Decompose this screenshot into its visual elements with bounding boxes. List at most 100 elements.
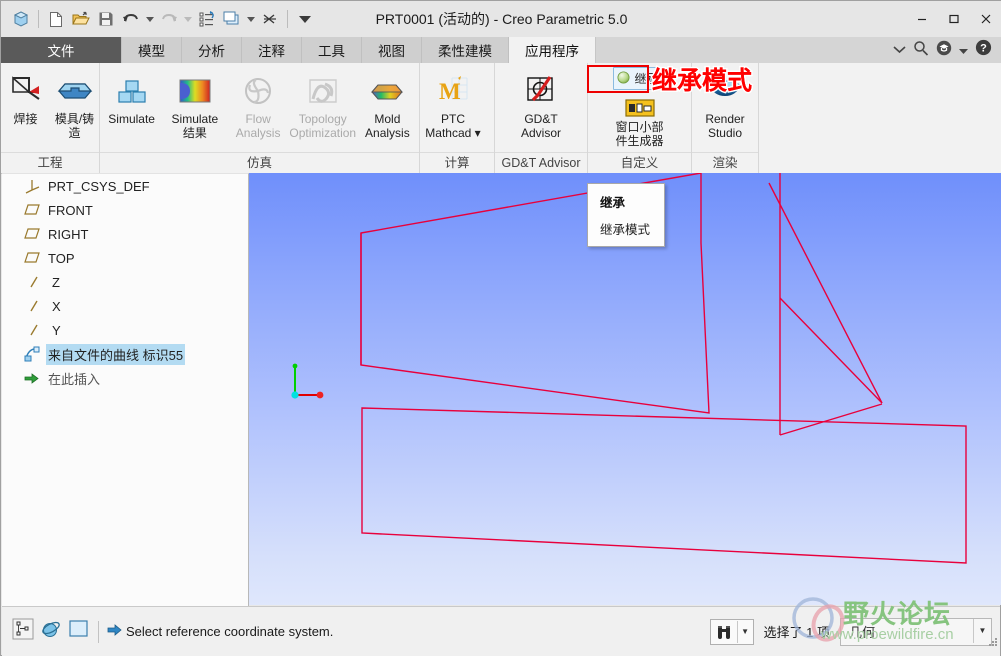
ribbon-button-mold-analysis-label: Mold Analysis [365, 112, 410, 140]
ribbon-button-widget-builder[interactable]: 窗口小部 件生成器 [603, 90, 677, 148]
svg-text:M: M [439, 79, 461, 104]
tab-file[interactable]: 文件 [1, 37, 122, 63]
status-bar: Select reference coordinate system. ▼ 选择… [2, 597, 1000, 656]
ribbon-button-simulate[interactable]: Simulate [100, 68, 163, 126]
redo-dropdown-icon[interactable] [182, 7, 194, 31]
datum-plane-icon [24, 251, 46, 265]
datum-axis-icon [24, 275, 50, 289]
ribbon-button-mold-cast-label: 模具/铸 造 [54, 112, 95, 140]
ribbon-group-filler [759, 63, 1001, 173]
ribbon-button-simulate-results[interactable]: Simulate 结果 [163, 68, 226, 140]
ribbon-group-gdt-advisor-label: GD&T Advisor [495, 152, 587, 173]
tree-item-top[interactable]: TOP [2, 246, 248, 270]
simulate-icon [115, 70, 149, 112]
learning-connector-icon[interactable] [936, 40, 952, 61]
binoculars-icon[interactable] [711, 624, 737, 640]
tab-applications[interactable]: 应用程序 [509, 37, 596, 63]
ribbon-button-simulate-results-label: Simulate 结果 [171, 112, 219, 140]
search-icon[interactable] [913, 40, 929, 61]
inherit-icon [617, 71, 630, 87]
tree-item-curve-from-file[interactable]: 来自文件的曲线 标识55 [2, 342, 248, 366]
ribbon-group-engineering: 焊接 模具/铸 造 工程 [1, 63, 100, 173]
ribbon-button-weld[interactable]: 焊接 [1, 68, 50, 126]
app-cube-icon[interactable] [9, 7, 33, 31]
qat-divider-2 [287, 10, 288, 28]
find-dropdown-icon[interactable]: ▼ [736, 620, 753, 643]
globe-icon[interactable] [40, 618, 62, 645]
window-switch-icon[interactable] [220, 7, 244, 31]
regenerate-icon[interactable] [195, 7, 219, 31]
tree-item-axis-z[interactable]: Z [2, 270, 248, 294]
undo-icon[interactable] [119, 7, 143, 31]
tree-item-front[interactable]: FRONT [2, 198, 248, 222]
display-style-icon[interactable] [68, 618, 90, 645]
tab-analysis[interactable]: 分析 [182, 37, 242, 63]
ribbon-group-filler-label [759, 153, 1001, 173]
arrow-right-icon [107, 623, 122, 640]
tab-tools[interactable]: 工具 [302, 37, 362, 63]
undo-dropdown-icon[interactable] [144, 7, 156, 31]
window-switch-dropdown-icon[interactable] [245, 7, 257, 31]
ribbon-tab-strip-right: ? [893, 37, 998, 63]
resize-grip-icon[interactable] [986, 636, 998, 654]
tree-item-right[interactable]: RIGHT [2, 222, 248, 246]
creo-parametric-window: PRT0001 (活动的) - Creo Parametric 5.0 文件 模… [0, 0, 1001, 656]
tab-flexible-modeling[interactable]: 柔性建模 [422, 37, 509, 63]
ribbon-button-mold-cast[interactable]: 模具/铸 造 [50, 68, 99, 140]
weld-icon [9, 70, 43, 112]
ribbon-button-gdt-advisor-label: GD&T Advisor [520, 112, 561, 140]
minimize-button[interactable] [906, 2, 938, 36]
tooltip-title: 继承 [600, 196, 626, 210]
ribbon-button-mold-analysis[interactable]: Mold Analysis [356, 68, 419, 140]
datum-axis-icon [24, 323, 50, 337]
tree-item-axis-y[interactable]: Y [2, 318, 248, 342]
learning-dropdown-icon[interactable] [959, 41, 968, 59]
redo-icon[interactable] [157, 7, 181, 31]
tab-view[interactable]: 视图 [362, 37, 422, 63]
save-icon[interactable] [94, 7, 118, 31]
mold-cast-icon [55, 70, 95, 112]
open-folder-icon[interactable] [69, 7, 93, 31]
graphics-viewport[interactable]: 继承 继承模式 [249, 173, 1001, 605]
datum-plane-icon [24, 227, 46, 241]
ribbon-group-engineering-items: 焊接 模具/铸 造 [1, 63, 99, 152]
window-controls [906, 1, 1001, 37]
svg-text:?: ? [980, 43, 987, 55]
datum-axis-icon [24, 299, 50, 313]
close-window-icon[interactable] [258, 7, 282, 31]
ribbon-group-calculation-label: 计算 [420, 152, 494, 173]
tab-model[interactable]: 模型 [122, 37, 182, 63]
tree-item-prt-csys-def[interactable]: PRT_CSYS_DEF [2, 174, 248, 198]
ribbon-button-weld-label: 焊接 [13, 112, 38, 126]
tab-annotation[interactable]: 注释 [242, 37, 302, 63]
chevron-down-icon[interactable] [893, 41, 906, 59]
new-file-icon[interactable] [44, 7, 68, 31]
tree-item-label: PRT_CSYS_DEF [48, 178, 150, 194]
tree-item-label: 来自文件的曲线 标识55 [46, 343, 186, 365]
ribbon-tabs: 文件 模型 分析 注释 工具 视图 柔性建模 应用程序 [1, 37, 1001, 63]
tree-item-label: Z [52, 274, 60, 290]
gdt-advisor-icon [524, 70, 558, 112]
ptc-mathcad-icon: M [436, 70, 470, 112]
ribbon-button-ptc-mathcad[interactable]: M PTC Mathcad ▾ [420, 68, 486, 140]
find-tool[interactable]: ▼ [709, 618, 754, 645]
tree-item-axis-x[interactable]: X [2, 294, 248, 318]
curve-from-file-icon [24, 346, 46, 362]
maximize-button[interactable] [938, 2, 970, 36]
model-tree[interactable]: PRT_CSYS_DEF FRONT RIGHT TOP Z X Y 来自文件的… [2, 173, 249, 606]
ribbon-button-flow-analysis: Flow Analysis [227, 68, 290, 140]
tree-item-label: RIGHT [48, 226, 89, 242]
selection-filter-icon[interactable] [12, 618, 34, 645]
ribbon-button-flow-analysis-label: Flow Analysis [235, 112, 281, 140]
selection-filter-dropdown[interactable]: 几何 ▼ [840, 617, 992, 646]
selection-filter-label: 几何 [849, 625, 876, 640]
ribbon-button-gdt-advisor[interactable]: GD&T Advisor [495, 68, 587, 140]
tooltip-description: 继承模式 [600, 223, 651, 237]
tree-item-insert-here[interactable]: 在此插入 [2, 366, 248, 390]
close-button[interactable] [970, 2, 1001, 36]
qat-overflow-icon[interactable] [293, 7, 317, 31]
help-icon[interactable]: ? [975, 39, 992, 61]
ribbon-group-filler-items [759, 63, 1001, 153]
coordinate-system-icon [24, 178, 46, 194]
quick-access-toolbar [1, 7, 317, 31]
